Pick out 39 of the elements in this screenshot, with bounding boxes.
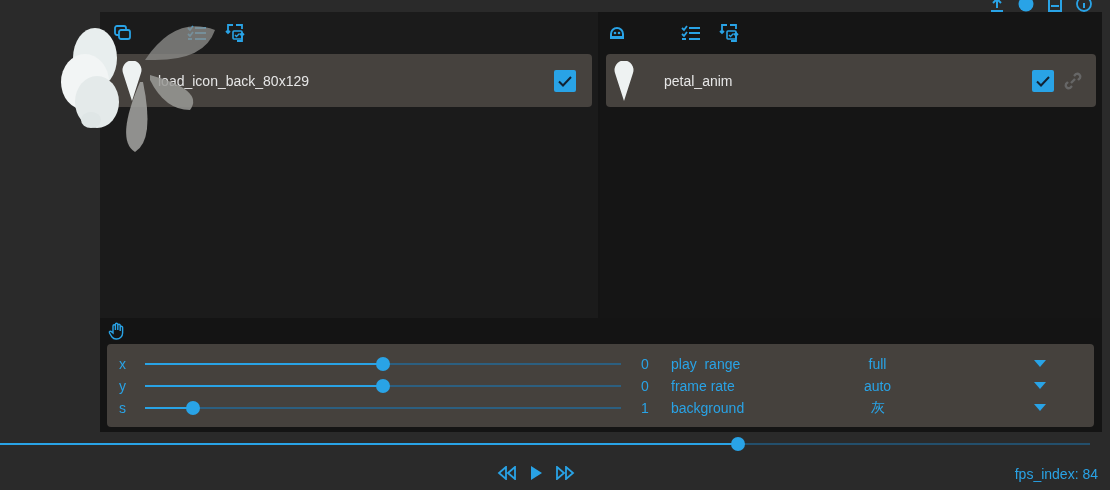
swap-check-icon[interactable] xyxy=(225,23,245,43)
slider[interactable] xyxy=(145,400,621,415)
layer-item[interactable]: load_icon_back_80x129 xyxy=(106,54,592,107)
checklist-icon[interactable] xyxy=(681,25,701,41)
slider-value: 0 xyxy=(640,377,650,394)
play-button[interactable] xyxy=(529,466,543,480)
layer-name: load_icon_back_80x129 xyxy=(158,72,310,89)
dropdown-value[interactable]: full xyxy=(841,355,1034,372)
option-label: background xyxy=(671,399,746,416)
slider-label: y xyxy=(118,377,127,394)
fast-forward-button[interactable] xyxy=(555,466,575,480)
checkbox[interactable] xyxy=(1032,69,1054,92)
option-label: play range xyxy=(671,355,742,372)
timeline-slider[interactable] xyxy=(0,437,1090,451)
fps-index-label: fps_index: 84 xyxy=(1014,466,1098,482)
dropdown-value[interactable]: auto xyxy=(841,377,1034,394)
option-label: frame rate xyxy=(671,377,736,394)
copy-icon[interactable] xyxy=(114,25,132,41)
slider-label: x xyxy=(118,355,127,372)
dropdown-arrow-icon[interactable] xyxy=(1034,382,1046,389)
save-icon[interactable] xyxy=(1048,0,1062,12)
petal-icon xyxy=(614,60,634,101)
petal-icon xyxy=(122,60,142,101)
animation-item[interactable]: petal_anim xyxy=(606,54,1096,107)
animation-name: petal_anim xyxy=(664,72,734,89)
slider[interactable] xyxy=(145,356,621,371)
info-icon[interactable] xyxy=(1076,0,1092,12)
slider-label: s xyxy=(118,399,127,416)
slider[interactable] xyxy=(145,378,621,393)
slider-value: 1 xyxy=(640,399,650,416)
upload-icon[interactable] xyxy=(990,0,1004,12)
checkbox[interactable] xyxy=(554,69,576,92)
swap-check-icon[interactable] xyxy=(719,23,739,43)
rewind-button[interactable] xyxy=(497,466,517,480)
dropdown-value[interactable]: 灰 xyxy=(841,398,1034,417)
hand-icon[interactable] xyxy=(108,322,126,340)
dropdown-arrow-icon[interactable] xyxy=(1034,404,1046,411)
dropdown-arrow-icon[interactable] xyxy=(1034,360,1046,367)
slider-value: 0 xyxy=(640,355,650,372)
